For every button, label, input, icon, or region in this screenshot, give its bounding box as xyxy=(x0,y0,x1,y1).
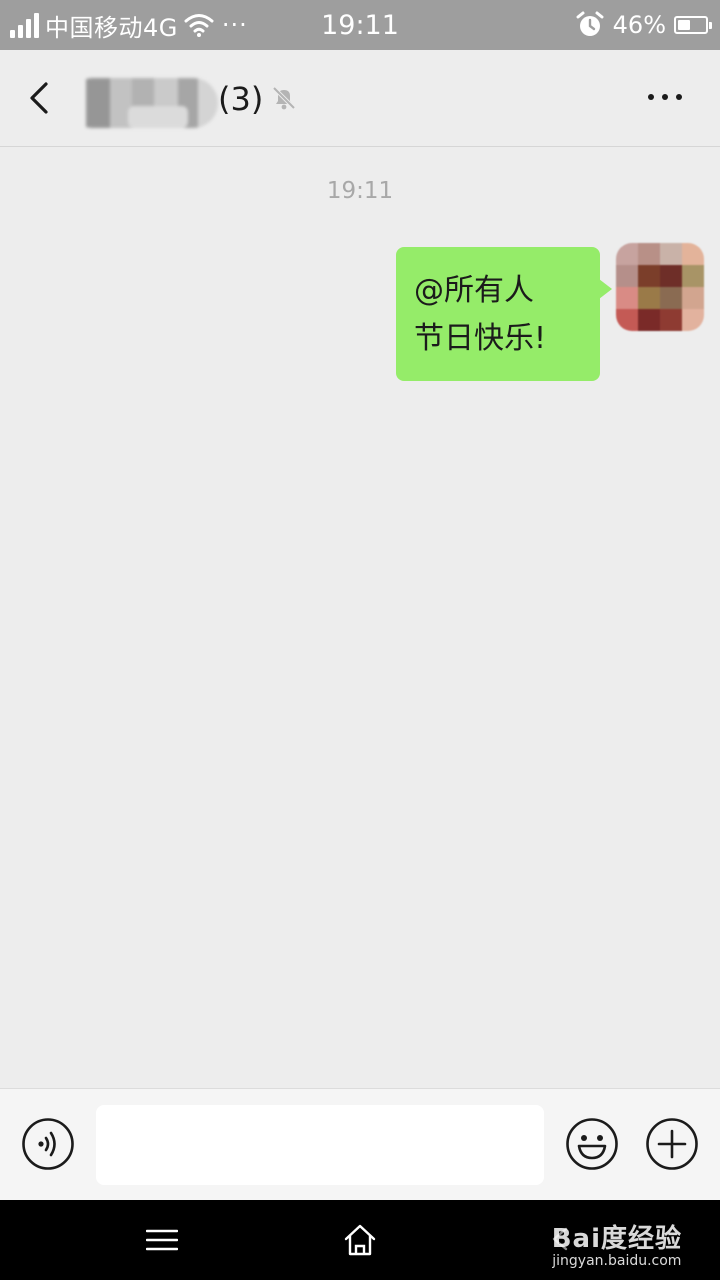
message-bubble[interactable]: @所有人 节日快乐! xyxy=(396,247,612,381)
watermark-logo: Bai度经验 xyxy=(551,1224,682,1254)
wifi-icon xyxy=(184,14,214,37)
status-bar: 中国移动4G ··· 19:11 46% xyxy=(0,0,720,50)
more-dots-icon[interactable] xyxy=(648,94,682,100)
message-line: @所有人 xyxy=(414,273,534,308)
message-row-self: @所有人 节日快乐! xyxy=(396,243,704,381)
plus-circle-icon[interactable] xyxy=(645,1117,699,1171)
battery-fill xyxy=(678,20,690,30)
member-count: (3) xyxy=(218,80,264,118)
chat-name-redacted[interactable] xyxy=(68,78,218,128)
watermark: Bai度经验 jingyan.baidu.com xyxy=(552,1218,682,1269)
message-line: 节日快乐! xyxy=(414,321,547,356)
battery-percent: 46% xyxy=(612,11,666,39)
avatar[interactable] xyxy=(616,243,704,331)
input-bar xyxy=(0,1088,720,1201)
status-more-indicator: ··· xyxy=(221,11,248,39)
chat-header: (3) xyxy=(0,50,720,147)
system-nav-bar: Bai度经验 jingyan.baidu.com xyxy=(0,1200,720,1280)
emoji-icon[interactable] xyxy=(565,1117,619,1171)
battery-icon xyxy=(674,16,712,34)
bell-muted-icon xyxy=(272,86,296,110)
menu-icon[interactable] xyxy=(146,1228,178,1252)
status-right: 46% xyxy=(575,0,712,50)
voice-input-icon[interactable] xyxy=(21,1117,75,1171)
status-left: 中国移动4G ··· xyxy=(0,8,248,43)
home-icon[interactable] xyxy=(342,1222,378,1258)
message-input[interactable] xyxy=(96,1105,544,1185)
watermark-url: jingyan.baidu.com xyxy=(552,1253,682,1269)
alarm-icon xyxy=(576,11,604,36)
signal-icon xyxy=(10,12,39,38)
chevron-left-icon[interactable] xyxy=(22,78,58,118)
carrier-label: 中国移动4G xyxy=(45,13,178,42)
message-timestamp: 19:11 xyxy=(326,178,394,204)
